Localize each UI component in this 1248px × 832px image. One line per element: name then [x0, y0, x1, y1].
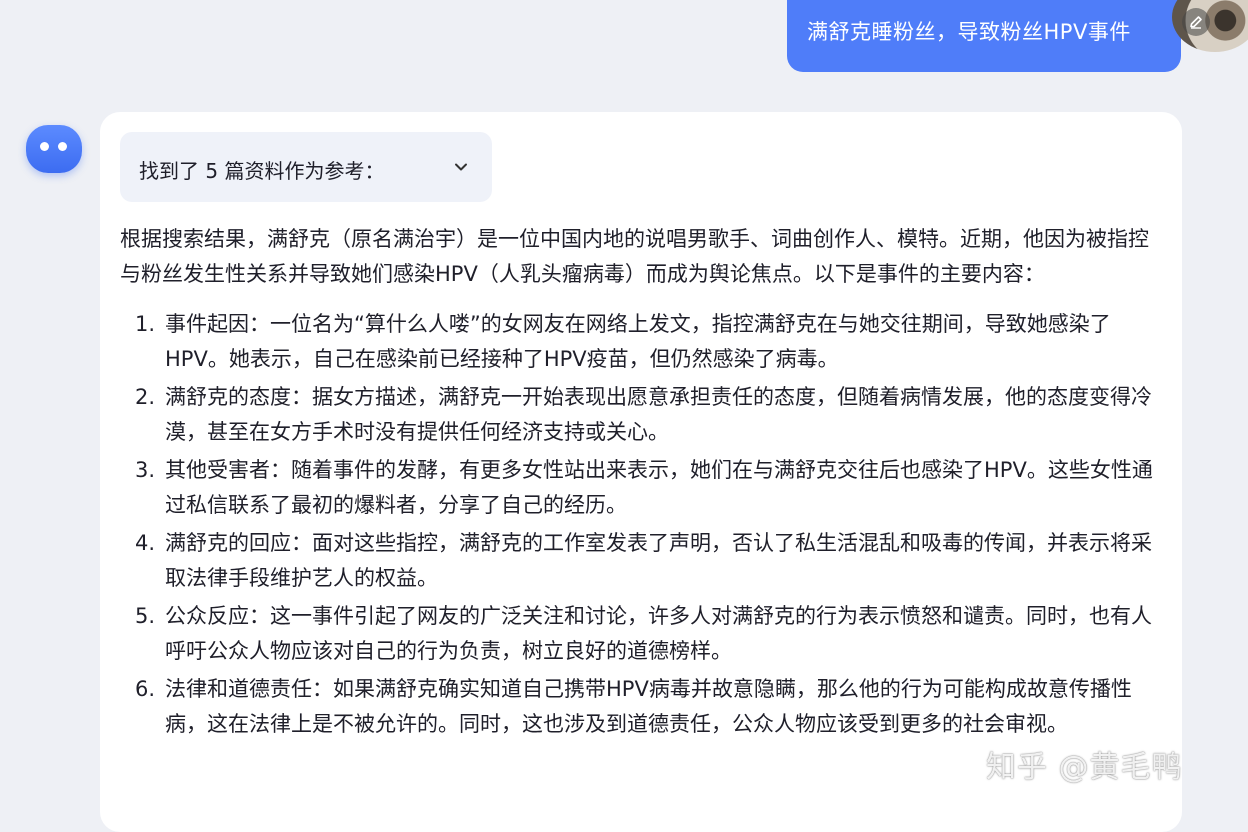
answer-point-text: 其他受害者：随着事件的发酵，有更多女性站出来表示，她们在与满舒克交往后也感染了H…	[165, 458, 1153, 517]
assistant-answer-card: 找到了 5 篇资料作为参考： 根据搜索结果，满舒克（原名满治宇）是一位中国内地的…	[100, 112, 1182, 832]
assistant-avatar-right-eye	[58, 142, 67, 151]
answer-body: 根据搜索结果，满舒克（原名满治宇）是一位中国内地的说唱男歌手、词曲创作人、模特。…	[120, 222, 1165, 745]
edit-icon-glyph	[1190, 16, 1202, 29]
assistant-avatar-left-eye	[40, 142, 49, 151]
references-toggle[interactable]: 找到了 5 篇资料作为参考：	[120, 132, 492, 202]
user-message-text: 满舒克睡粉丝，导致粉丝HPV事件	[807, 20, 1131, 44]
answer-point-text: 公众反应：这一事件引起了网友的广泛关注和讨论，许多人对满舒克的行为表示愤怒和谴责…	[165, 604, 1152, 663]
edit-icon[interactable]	[1182, 8, 1210, 36]
answer-point-text: 事件起因：一位名为“算什么人喽”的女网友在网络上发文，指控满舒克在与她交往期间，…	[165, 312, 1111, 371]
answer-point-number: 5.	[135, 604, 156, 628]
answer-intro: 根据搜索结果，满舒克（原名满治宇）是一位中国内地的说唱男歌手、词曲创作人、模特。…	[120, 227, 1149, 286]
answer-point-number: 6.	[135, 677, 156, 701]
assistant-avatar-icon	[26, 125, 82, 173]
chevron-down-icon	[455, 163, 467, 171]
answer-point-number: 2.	[135, 385, 156, 409]
answer-point: 6. 法律和道德责任：如果满舒克确实知道自己携带HPV病毒并故意隐瞒，那么他的行…	[120, 672, 1165, 742]
answer-point-text: 满舒克的态度：据女方描述，满舒克一开始表现出愿意承担责任的态度，但随着病情发展，…	[165, 385, 1152, 444]
answer-point-text: 法律和道德责任：如果满舒克确实知道自己携带HPV病毒并故意隐瞒，那么他的行为可能…	[165, 677, 1132, 736]
answer-point-number: 4.	[135, 531, 156, 555]
answer-point: 5. 公众反应：这一事件引起了网友的广泛关注和讨论，许多人对满舒克的行为表示愤怒…	[120, 599, 1165, 669]
user-message-bubble: 满舒克睡粉丝，导致粉丝HPV事件	[787, 0, 1181, 72]
watermark: 知乎 @黄毛鸭	[986, 750, 1183, 785]
answer-point-number: 3.	[135, 458, 156, 482]
answer-point-text: 满舒克的回应：面对这些指控，满舒克的工作室发表了声明，否认了私生活混乱和吸毒的传…	[165, 531, 1152, 590]
answer-point: 2. 满舒克的态度：据女方描述，满舒克一开始表现出愿意承担责任的态度，但随着病情…	[120, 380, 1165, 450]
answer-point: 3. 其他受害者：随着事件的发酵，有更多女性站出来表示，她们在与满舒克交往后也感…	[120, 453, 1165, 523]
answer-points-list: 1. 事件起因：一位名为“算什么人喽”的女网友在网络上发文，指控满舒克在与她交往…	[120, 307, 1165, 742]
references-label: 找到了 5 篇资料作为参考：	[139, 159, 385, 183]
user-message-row: 满舒克睡粉丝，导致粉丝HPV事件	[0, 0, 1248, 90]
answer-point-number: 1.	[135, 312, 156, 336]
answer-point: 1. 事件起因：一位名为“算什么人喽”的女网友在网络上发文，指控满舒克在与她交往…	[120, 307, 1165, 377]
answer-point: 4. 满舒克的回应：面对这些指控，满舒克的工作室发表了声明，否认了私生活混乱和吸…	[120, 526, 1165, 596]
